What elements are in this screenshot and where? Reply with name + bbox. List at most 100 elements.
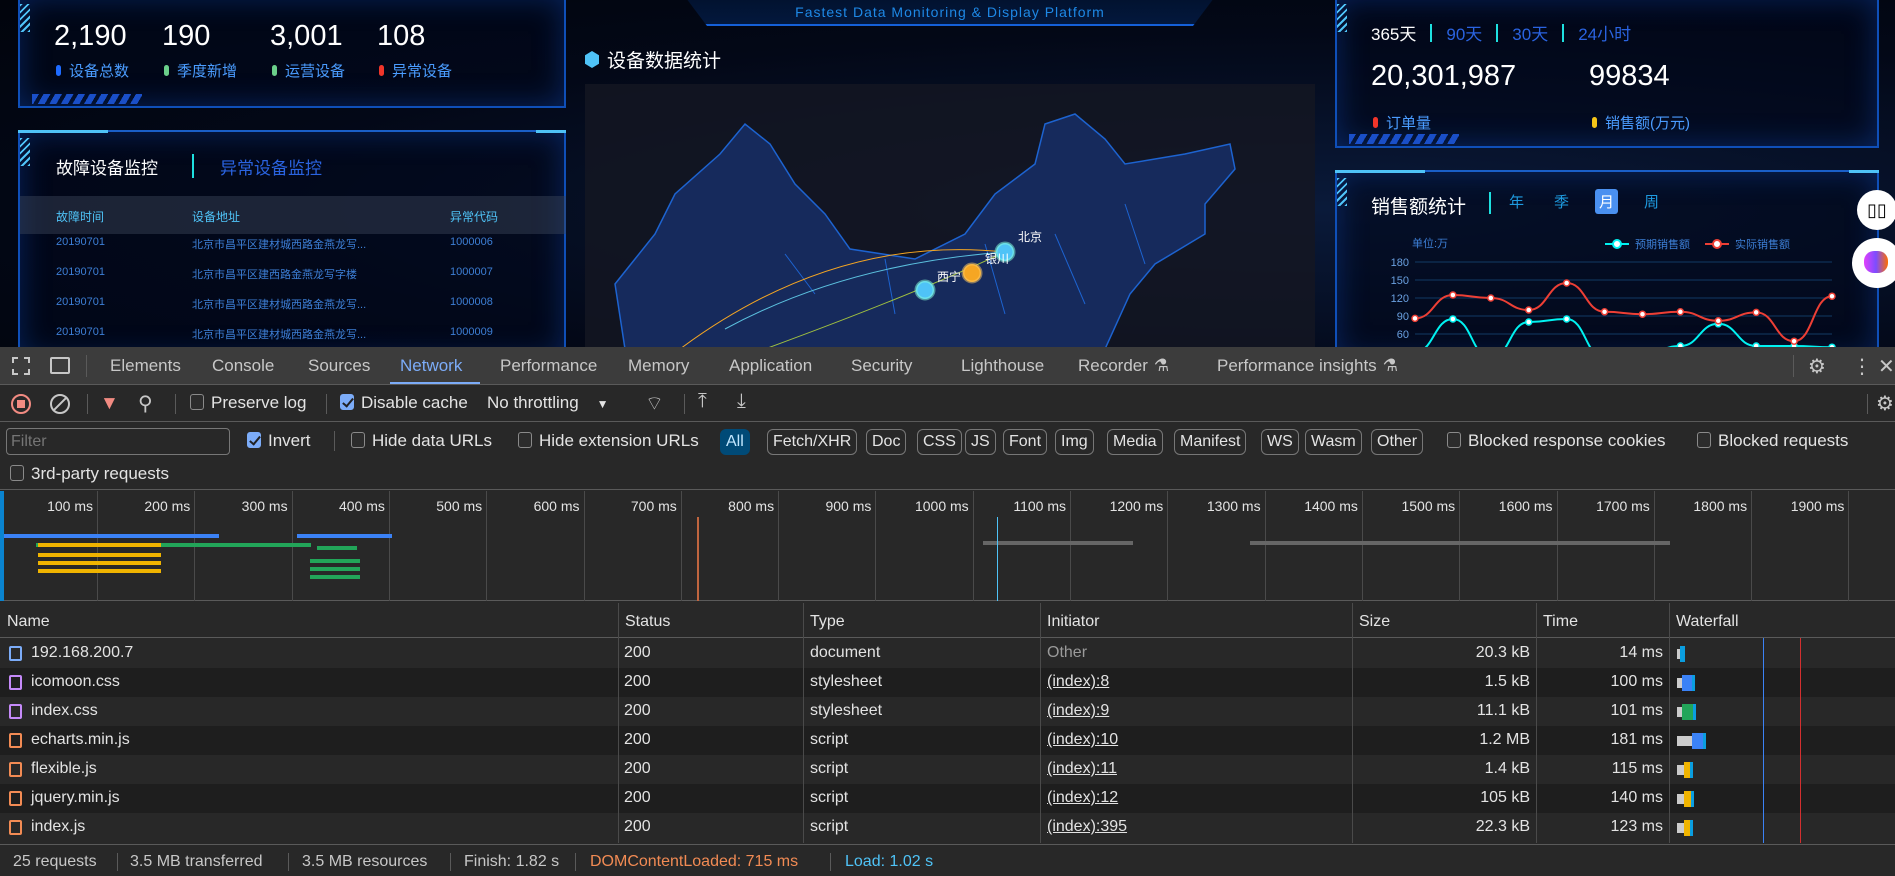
request-initiator[interactable]: (index):8 — [1047, 673, 1109, 691]
filter-type-chip[interactable]: CSS — [917, 429, 962, 455]
request-time: 115 ms — [1611, 760, 1663, 777]
request-initiator[interactable]: (index):9 — [1047, 702, 1109, 720]
table-row[interactable]: index.css 200 stylesheet (index):9 11.1 kB 10… — [0, 697, 1895, 726]
column-header-waterfall[interactable]: Waterfall — [1676, 613, 1739, 631]
tab-fault-monitor[interactable]: 故障设备监控 — [56, 154, 158, 179]
range-tab[interactable]: 90天 — [1446, 20, 1482, 45]
request-initiator[interactable]: (index):12 — [1047, 789, 1118, 807]
network-overview-timeline[interactable]: 100 ms 200 ms 300 ms 400 ms 500 ms 600 ms 700 … — [0, 491, 1895, 601]
devtools-tab[interactable]: Recorder ⚗ — [1078, 356, 1169, 376]
disable-cache-checkbox[interactable]: Disable cache — [340, 393, 468, 413]
filter-icon[interactable]: ▼ — [100, 393, 119, 415]
network-settings-icon[interactable]: ⚙ — [1876, 391, 1894, 416]
device-toolbar-icon[interactable] — [50, 357, 70, 374]
import-har-icon[interactable]: ⤒ — [698, 390, 707, 413]
filter-type-chip[interactable]: JS — [965, 429, 996, 455]
blocked-requests-checkbox[interactable]: Blocked requests — [1697, 431, 1848, 451]
filter-type-chip[interactable]: Other — [1371, 429, 1424, 455]
order-dot-icon — [1373, 117, 1378, 128]
devtools-tab[interactable]: Security — [851, 356, 912, 376]
city-marker-xining[interactable] — [914, 279, 936, 301]
waterfall-bar — [1682, 704, 1696, 720]
overview-tick-label: 1700 ms — [1596, 498, 1650, 514]
devtools-tab[interactable]: Performance — [500, 356, 597, 376]
overview-tick-label: 1400 ms — [1304, 498, 1358, 514]
stop-recording-icon[interactable] — [11, 394, 31, 414]
col-fault-time: 故障时间 — [56, 210, 105, 224]
city-label-beijing: 北京 — [1018, 230, 1043, 244]
column-header-type[interactable]: Type — [810, 613, 845, 631]
devtools-tab[interactable]: Lighthouse — [961, 356, 1044, 376]
third-party-requests-checkbox[interactable]: 3rd-party requests — [10, 464, 169, 484]
filter-type-chip[interactable]: Font — [1003, 429, 1048, 455]
table-row[interactable]: 192.168.200.7 200 document Other 20.3 kB 14 m… — [0, 639, 1895, 668]
range-tab[interactable]: 365天 — [1371, 20, 1416, 45]
clear-icon[interactable] — [50, 394, 70, 414]
search-icon[interactable]: ⚲ — [138, 391, 153, 416]
table-row[interactable]: icomoon.css 200 stylesheet (index):8 1.5 kB 1… — [0, 668, 1895, 697]
devtools-tab[interactable]: Network — [400, 356, 462, 376]
y-tick-label: 90 — [1397, 311, 1409, 323]
filter-type-chip[interactable]: Fetch/XHR — [767, 429, 858, 455]
table-row[interactable]: jquery.min.js 200 script (index):12 105 kB 14… — [0, 784, 1895, 813]
status-dot-icon — [56, 65, 61, 76]
ai-assistant-icon[interactable] — [1852, 238, 1895, 288]
china-map[interactable]: 北京 银川 西宁 — [585, 84, 1315, 347]
invert-checkbox[interactable]: Invert — [247, 431, 311, 451]
overview-tick-label: 200 ms — [144, 498, 191, 514]
request-name: flexible.js — [31, 760, 97, 777]
reader-mode-icon[interactable]: ▯▯ — [1857, 190, 1895, 230]
hide-extension-urls-checkbox[interactable]: Hide extension URLs — [518, 431, 699, 451]
devtools-tab[interactable]: Memory — [628, 356, 689, 376]
close-devtools-icon[interactable]: ✕ — [1878, 354, 1895, 379]
filter-type-chip[interactable]: Wasm — [1305, 429, 1362, 455]
cube-icon — [585, 51, 599, 68]
overview-range-handle[interactable] — [0, 491, 4, 601]
throttling-select[interactable]: No throttling ▼ — [487, 393, 609, 413]
tab-abnormal-monitor[interactable]: 异常设备监控 — [220, 154, 322, 179]
table-row[interactable]: index.js 200 script (index):395 22.3 kB 123 m… — [0, 813, 1895, 842]
table-row[interactable]: echarts.min.js 200 script (index):10 1.2 MB 1… — [0, 726, 1895, 755]
map-region — [614, 113, 1236, 347]
range-tab[interactable]: 30天 — [1512, 20, 1548, 45]
devtools-tab[interactable]: Performance insights ⚗ — [1217, 356, 1398, 376]
monitor-cell: 20190701 — [56, 266, 105, 278]
hide-data-urls-checkbox[interactable]: Hide data URLs — [351, 431, 492, 451]
city-marker-yinchuan[interactable] — [961, 262, 983, 284]
blocked-response-cookies-checkbox[interactable]: Blocked response cookies — [1447, 431, 1666, 451]
more-options-icon[interactable]: ⋮ — [1852, 354, 1872, 379]
filter-type-chip[interactable]: Media — [1107, 429, 1163, 455]
filter-type-chip[interactable]: Doc — [866, 429, 907, 455]
filter-type-chip[interactable]: Img — [1055, 429, 1094, 455]
filter-type-chip[interactable]: Manifest — [1174, 429, 1247, 455]
request-initiator[interactable]: (index):395 — [1047, 818, 1127, 836]
request-time: 101 ms — [1610, 702, 1663, 719]
request-initiator[interactable]: (index):11 — [1047, 760, 1117, 778]
request-size: 11.1 kB — [1476, 702, 1530, 719]
column-header-name[interactable]: Name — [7, 613, 50, 631]
column-header-time[interactable]: Time — [1543, 613, 1578, 631]
request-initiator[interactable]: (index):10 — [1047, 731, 1118, 749]
filter-input[interactable] — [6, 428, 230, 455]
devtools-tab[interactable]: Sources — [308, 356, 370, 376]
settings-gear-icon[interactable]: ⚙ — [1808, 354, 1826, 379]
column-header-status[interactable]: Status — [625, 613, 670, 631]
column-header-initiator[interactable]: Initiator — [1047, 613, 1099, 631]
filter-type-chip[interactable]: WS — [1261, 429, 1299, 455]
devtools-tab[interactable]: Application — [729, 356, 812, 376]
y-tick-label: 180 — [1391, 257, 1409, 269]
preserve-log-checkbox[interactable]: Preserve log — [190, 393, 306, 413]
waterfall-bar — [1684, 791, 1694, 807]
filter-type-chip[interactable]: All — [720, 429, 750, 455]
devtools-tab[interactable]: Elements — [110, 356, 181, 376]
devtools-tab[interactable]: Console — [212, 356, 274, 376]
export-har-icon[interactable]: ⤓ — [737, 390, 746, 413]
overview-request-bar — [310, 575, 360, 579]
request-size: 22.3 kB — [1475, 818, 1530, 835]
column-header-size[interactable]: Size — [1359, 613, 1390, 631]
range-tab[interactable]: 24小时 — [1578, 20, 1631, 45]
table-row[interactable]: flexible.js 200 script (index):11 1.4 kB 115 … — [0, 755, 1895, 784]
inspect-element-icon[interactable] — [12, 357, 30, 375]
requests-table: 192.168.200.7 200 document Other 20.3 kB 14 m… — [0, 603, 1895, 843]
network-conditions-icon[interactable]: ⌔ — [645, 391, 664, 416]
